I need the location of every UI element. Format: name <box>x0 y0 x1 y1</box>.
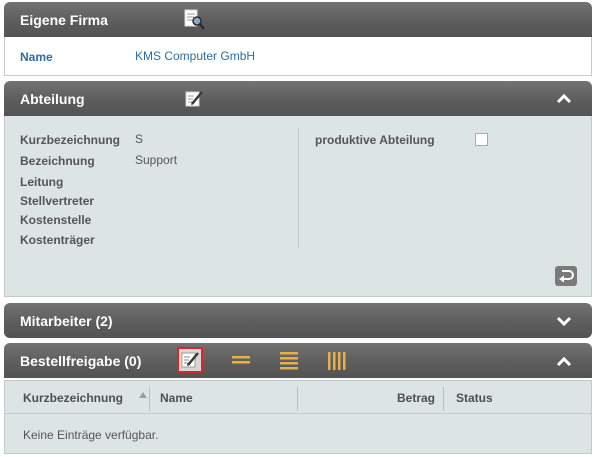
column-separator[interactable] <box>297 387 298 411</box>
mitarbeiter-title: Mitarbeiter (2) <box>20 313 113 329</box>
two-lines-icon[interactable] <box>232 353 250 370</box>
empty-table-message: Keine Einträge verfügbar. <box>23 428 159 442</box>
abteilung-title: Abteilung <box>20 91 85 107</box>
mitarbeiter-header[interactable]: Mitarbeiter (2) <box>4 303 592 338</box>
table-body: Keine Einträge verfügbar. <box>4 414 592 454</box>
eigene-firma-body: Name KMS Computer GmbH <box>4 37 592 76</box>
bestellfreigabe-title: Bestellfreigabe (0) <box>20 353 142 369</box>
return-icon[interactable] <box>555 266 577 289</box>
chevron-up-icon[interactable] <box>556 91 572 105</box>
abteilung-body: Kurzbezeichnung S Bezeichnung Support Le… <box>4 116 592 297</box>
bestellfreigabe-header: Bestellfreigabe (0) <box>4 343 592 378</box>
column-divider <box>298 128 299 248</box>
mitarbeiter-panel: Mitarbeiter (2) <box>4 303 592 338</box>
column-header-name[interactable]: Name <box>160 381 193 415</box>
produktive-abteilung-checkbox[interactable] <box>475 133 488 146</box>
field-label-kurzbezeichnung: Kurzbezeichnung <box>20 133 121 147</box>
abteilung-header: Abteilung <box>4 81 592 116</box>
field-label-kostenstelle: Kostenstelle <box>20 213 92 227</box>
field-value-kurzbezeichnung: S <box>135 132 144 146</box>
eigene-firma-panel: Eigene Firma Name KMS Computer GmbH <box>4 2 592 76</box>
edit-icon[interactable] <box>177 347 203 373</box>
column-header-betrag[interactable]: Betrag <box>397 381 435 415</box>
field-label-stellvertreter: Stellvertreter <box>20 194 95 208</box>
column-separator[interactable] <box>149 387 150 411</box>
abteilung-panel: Abteilung Kurzbezeichnung S Bezeichnung … <box>4 81 592 297</box>
sort-asc-icon[interactable] <box>139 387 147 401</box>
four-lines-icon[interactable] <box>280 351 298 374</box>
name-label: Name <box>20 50 53 64</box>
field-label-kostentraeger: Kostenträger <box>20 233 95 247</box>
field-label-leitung: Leitung <box>20 175 64 189</box>
eigene-firma-header: Eigene Firma <box>4 2 592 37</box>
name-value: KMS Computer GmbH <box>135 49 256 63</box>
chevron-down-icon[interactable] <box>556 314 572 328</box>
bestellfreigabe-panel: Bestellfreigabe (0) Kurzbezeichnung Name… <box>4 343 592 454</box>
edit-icon[interactable] <box>184 89 204 112</box>
column-header-status[interactable]: Status <box>456 381 493 415</box>
eigene-firma-title: Eigene Firma <box>20 12 108 28</box>
table-header: Kurzbezeichnung Name Betrag Status <box>4 380 592 414</box>
produktive-abteilung-label: produktive Abteilung <box>315 133 435 147</box>
columns-icon[interactable] <box>327 351 347 374</box>
chevron-up-icon[interactable] <box>556 354 572 368</box>
column-header-kurzbezeichnung[interactable]: Kurzbezeichnung <box>23 381 123 415</box>
field-label-bezeichnung: Bezeichnung <box>20 154 95 168</box>
search-document-icon[interactable] <box>183 9 205 34</box>
column-separator[interactable] <box>443 387 444 411</box>
field-value-bezeichnung: Support <box>135 153 178 167</box>
